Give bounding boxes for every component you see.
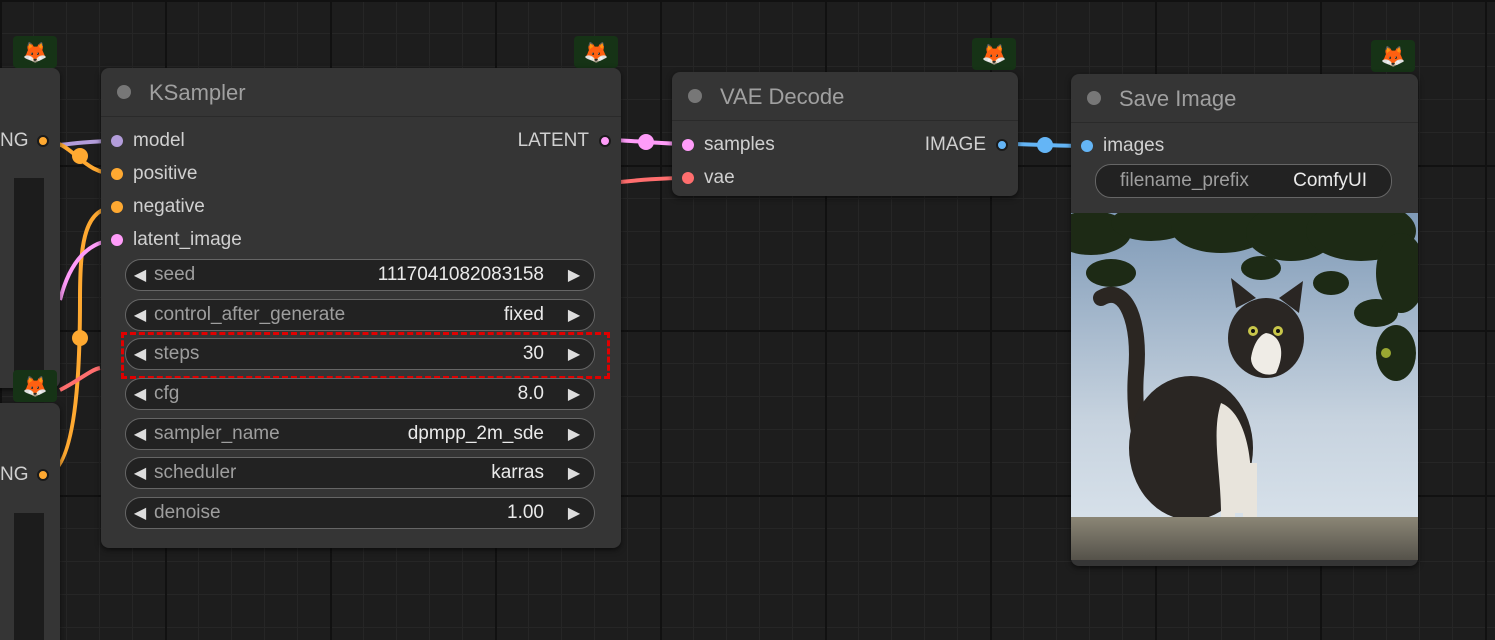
ksampler-input-latent-image[interactable]: latent_image — [111, 227, 242, 253]
filename-prefix-field[interactable]: filename_prefix ComfyUI — [1095, 164, 1392, 198]
denoise-label: denoise — [154, 502, 221, 523]
image-preview[interactable] — [1071, 213, 1418, 560]
vae-port[interactable] — [682, 172, 694, 184]
ksampler-output-latent[interactable]: LATENT — [518, 128, 611, 154]
decrement-arrow-icon[interactable]: ◀ — [126, 384, 154, 404]
ksampler-input-negative[interactable]: negative — [111, 194, 205, 220]
increment-arrow-icon[interactable]: ▶ — [560, 503, 588, 523]
increment-arrow-icon[interactable]: ▶ — [560, 424, 588, 444]
increment-arrow-icon[interactable]: ▶ — [560, 265, 588, 285]
increment-arrow-icon[interactable]: ▶ — [560, 305, 588, 325]
ksampler-input-model[interactable]: model — [111, 128, 185, 154]
save-image-badge-icon: 🦊 — [1371, 40, 1415, 72]
left-edge-node-top[interactable] — [0, 68, 60, 438]
images-label: images — [1103, 135, 1165, 156]
sampler-name-label: sampler_name — [154, 423, 280, 444]
increment-arrow-icon[interactable]: ▶ — [560, 384, 588, 404]
images-port[interactable] — [1081, 140, 1093, 152]
left-edge-node-bottom[interactable] — [0, 403, 60, 640]
vae-decode-title: VAE Decode — [720, 84, 845, 109]
ksampler-node[interactable]: KSampler model positive negative latent_… — [101, 68, 621, 548]
latent-output-port[interactable] — [599, 135, 611, 147]
left-bottom-badge-icon: 🦊 — [13, 370, 57, 402]
node-graph-canvas[interactable]: NG 🦊 NG 🦊 🦊 KSampler model positive nega… — [0, 0, 1495, 640]
vae-decode-output-image[interactable]: IMAGE — [925, 132, 1008, 158]
sampler-name-value: dpmpp_2m_sde — [407, 423, 544, 444]
increment-arrow-icon[interactable]: ▶ — [560, 463, 588, 483]
scheduler-widget[interactable]: ◀ scheduler karras ▶ — [125, 457, 595, 489]
vae-label: vae — [704, 167, 735, 188]
ksampler-header[interactable]: KSampler — [101, 68, 621, 117]
control-after-generate-value: fixed — [503, 304, 544, 325]
denoise-value: 1.00 — [507, 502, 544, 523]
positive-label: positive — [133, 163, 198, 184]
left-bottom-output-row: NG — [0, 462, 49, 488]
vae-decode-input-samples[interactable]: samples — [682, 132, 775, 158]
left-bottom-output-port[interactable] — [36, 469, 49, 481]
ksampler-input-positive[interactable]: positive — [111, 161, 197, 187]
decrement-arrow-icon[interactable]: ◀ — [126, 463, 154, 483]
vae-decode-header[interactable]: VAE Decode — [672, 72, 1018, 121]
steps-value: 30 — [522, 343, 544, 364]
seed-value: 1117041082083158 — [377, 264, 544, 285]
denoise-widget[interactable]: ◀ denoise 1.00 ▶ — [125, 497, 595, 529]
model-label: model — [133, 130, 185, 151]
control-after-generate-widget[interactable]: ◀ control_after_generate fixed ▶ — [125, 299, 595, 331]
save-image-input-images[interactable]: images — [1081, 133, 1164, 159]
save-image-title: Save Image — [1119, 86, 1237, 111]
latent-image-label: latent_image — [133, 229, 242, 250]
latent-output-label: LATENT — [517, 130, 589, 151]
decrement-arrow-icon[interactable]: ◀ — [126, 305, 154, 325]
filename-prefix-label: filename_prefix — [1120, 170, 1249, 191]
cfg-value: 8.0 — [517, 383, 544, 404]
negative-label: negative — [133, 196, 205, 217]
image-output-port[interactable] — [996, 139, 1008, 151]
decrement-arrow-icon[interactable]: ◀ — [126, 503, 154, 523]
samples-label: samples — [704, 134, 775, 155]
vae-decode-node[interactable]: VAE Decode samples vae IMAGE — [672, 72, 1018, 196]
left-top-badge-icon: 🦊 — [13, 36, 57, 68]
left-bottom-output-label: NG — [0, 464, 29, 485]
vae-decode-collapse-dot[interactable] — [688, 89, 702, 103]
decrement-arrow-icon[interactable]: ◀ — [126, 265, 154, 285]
save-image-header[interactable]: Save Image — [1071, 74, 1418, 123]
sampler-name-widget[interactable]: ◀ sampler_name dpmpp_2m_sde ▶ — [125, 418, 595, 450]
negative-port[interactable] — [111, 201, 123, 213]
control-after-generate-label: control_after_generate — [154, 304, 346, 325]
latent-image-port[interactable] — [111, 234, 123, 246]
left-node-text-area-bottom — [14, 513, 44, 640]
cfg-widget[interactable]: ◀ cfg 8.0 ▶ — [125, 378, 595, 410]
steps-widget[interactable]: ◀ steps 30 ▶ — [125, 338, 595, 370]
samples-port[interactable] — [682, 139, 694, 151]
seed-widget[interactable]: ◀ seed 1117041082083158 ▶ — [125, 259, 595, 291]
ksampler-collapse-dot[interactable] — [117, 85, 131, 99]
scheduler-value: karras — [491, 462, 544, 483]
image-output-label: IMAGE — [924, 134, 986, 155]
vae-decode-badge-icon: 🦊 — [972, 38, 1016, 70]
left-top-output-port[interactable] — [36, 135, 49, 147]
decrement-arrow-icon[interactable]: ◀ — [126, 344, 154, 364]
increment-arrow-icon[interactable]: ▶ — [560, 344, 588, 364]
positive-port[interactable] — [111, 168, 123, 180]
steps-label: steps — [154, 343, 200, 364]
scheduler-label: scheduler — [154, 462, 237, 483]
filename-prefix-value: ComfyUI — [1293, 170, 1367, 191]
model-port[interactable] — [111, 135, 123, 147]
save-image-collapse-dot[interactable] — [1087, 91, 1101, 105]
vae-decode-input-vae[interactable]: vae — [682, 165, 735, 191]
decrement-arrow-icon[interactable]: ◀ — [126, 424, 154, 444]
save-image-node[interactable]: Save Image images filename_prefix ComfyU… — [1071, 74, 1418, 566]
seed-label: seed — [154, 264, 196, 285]
ksampler-title: KSampler — [149, 80, 246, 105]
left-top-output-label: NG — [0, 130, 29, 151]
cat-photo-icon — [1071, 213, 1418, 560]
ksampler-badge-icon: 🦊 — [574, 36, 618, 68]
left-top-output-row: NG — [0, 128, 49, 154]
cfg-label: cfg — [154, 383, 180, 404]
